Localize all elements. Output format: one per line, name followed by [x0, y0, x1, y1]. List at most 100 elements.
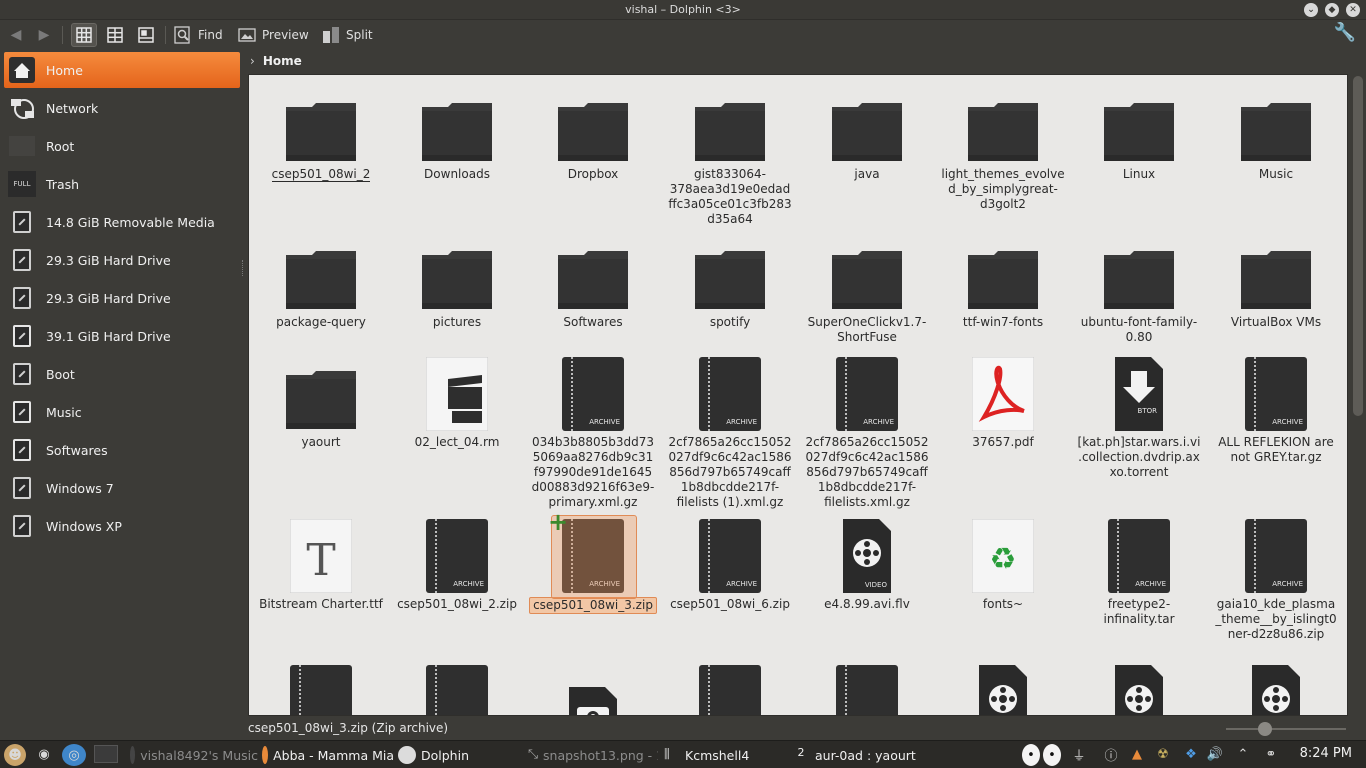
- link-icon[interactable]: ⚭: [1262, 745, 1280, 763]
- archive-label: ARCHIVE: [1272, 418, 1303, 426]
- folder-item[interactable]: light_themes_evolved_by_simplygreat-d3go…: [939, 83, 1067, 212]
- folder-launcher-icon[interactable]: [94, 745, 118, 763]
- file-item[interactable]: ARCHIVE 034b3b8805b3dd735069aa8276db9c31f…: [529, 351, 657, 510]
- sidebar-item-windows-7[interactable]: Windows 7: [4, 470, 240, 506]
- folder-item[interactable]: Downloads: [393, 83, 521, 182]
- file-name-label: e4.8.99.avi.flv: [803, 597, 931, 612]
- minimize-button[interactable]: ⌄: [1304, 3, 1318, 17]
- volume-icon[interactable]: 🔊: [1206, 745, 1224, 763]
- file-item[interactable]: 37657.pdf: [939, 351, 1067, 450]
- sidebar-item-network[interactable]: Network: [4, 90, 240, 126]
- find-button[interactable]: Find: [174, 23, 223, 47]
- folder-item[interactable]: Linux: [1075, 83, 1203, 182]
- file-item[interactable]: ARCHIVE: [803, 659, 931, 715]
- sidebar-item-boot[interactable]: Boot: [4, 356, 240, 392]
- close-button[interactable]: ✕: [1346, 3, 1360, 17]
- sidebar-resize-handle[interactable]: [242, 260, 245, 276]
- zoom-slider[interactable]: [1226, 728, 1346, 730]
- file-item[interactable]: VIDEO: [1212, 659, 1340, 715]
- file-item[interactable]: 02_lect_04.rm: [393, 351, 521, 450]
- split-button[interactable]: Split: [322, 23, 373, 47]
- zoom-slider-knob[interactable]: [1258, 722, 1272, 736]
- file-item[interactable]: VIDEO: [939, 659, 1067, 715]
- show-hidden-icons-chevron-icon[interactable]: ⌃: [1234, 745, 1252, 763]
- info-icon[interactable]: ⓘ: [1102, 745, 1120, 764]
- task-kcmshell[interactable]: ⫼ Kcmshell4: [664, 743, 782, 767]
- file-item[interactable]: ♻ fonts~: [939, 513, 1067, 612]
- file-name-label: Softwares: [529, 315, 657, 330]
- file-name: csep501_08wi_2.zip: [397, 597, 517, 611]
- dropbox-icon[interactable]: ❖: [1182, 745, 1200, 763]
- sidebar-item-root[interactable]: Root: [4, 128, 240, 164]
- configure-wrench-icon[interactable]: 🔧: [1334, 22, 1356, 43]
- preview-button[interactable]: Preview: [238, 23, 309, 47]
- eye-launcher-icon[interactable]: ◉: [32, 745, 56, 763]
- folder-item[interactable]: ttf-win7-fonts: [939, 231, 1067, 330]
- network-manager-icon[interactable]: ☢: [1154, 745, 1172, 763]
- task-music[interactable]: vishal8492's Music: [130, 743, 258, 767]
- details-view-button[interactable]: [133, 23, 159, 47]
- sidebar-item-home[interactable]: Home: [4, 52, 240, 88]
- forward-button[interactable]: ▶: [32, 23, 56, 47]
- maximize-button[interactable]: ◆: [1325, 3, 1339, 17]
- hard-drive-mounted-icon: [8, 322, 36, 350]
- folder-item[interactable]: ubuntu-font-family-0.80: [1075, 231, 1203, 345]
- sidebar-item-29-3-gib-hard-drive[interactable]: 29.3 GiB Hard Drive: [4, 280, 240, 316]
- breadcrumb-home[interactable]: Home: [263, 54, 302, 68]
- file-item[interactable]: VIDEO e4.8.99.avi.flv: [803, 513, 931, 612]
- clock[interactable]: 8:24 PM: [1300, 746, 1352, 761]
- file-item[interactable]: ARCHIVE csep501_08wi_2.zip: [393, 513, 521, 612]
- file-item[interactable]: ARCHIVE: [393, 659, 521, 715]
- sidebar-item-music[interactable]: Music: [4, 394, 240, 430]
- vertical-scrollbar[interactable]: [1350, 74, 1366, 716]
- folder-item[interactable]: yaourt: [257, 351, 385, 450]
- folder-item[interactable]: package-query: [257, 231, 385, 330]
- title-bar: vishal – Dolphin <3> ⌄ ◆ ✕: [0, 0, 1366, 20]
- file-item[interactable]: ARCHIVE gaia10_kde_plasma_theme__by_islin…: [1212, 513, 1340, 642]
- sidebar-item-29-3-gib-hard-drive[interactable]: 29.3 GiB Hard Drive: [4, 242, 240, 278]
- back-button[interactable]: ◀: [4, 23, 28, 47]
- sidebar-item-windows-xp[interactable]: Windows XP: [4, 508, 240, 544]
- folder-item[interactable]: gist833064-378aea3d19e0edadffc3a05ce01c3…: [666, 83, 794, 227]
- file-item[interactable]: ARCHIVE csep501_08wi_6.zip: [666, 513, 794, 612]
- usb-icon[interactable]: ⏚: [1070, 745, 1088, 764]
- folder-item[interactable]: SuperOneClickv1.7-ShortFuse: [803, 231, 931, 345]
- file-item[interactable]: BTOR [kat.ph]star.wars.i.vi.collection.dv…: [1075, 351, 1203, 480]
- file-item[interactable]: VIDEO: [1075, 659, 1203, 715]
- folder-item[interactable]: java: [803, 83, 931, 182]
- chevron-right-icon[interactable]: ›: [250, 54, 255, 68]
- file-item[interactable]: ARCHIVE 2cf7865a26cc15052027df9c6c42ac158…: [803, 351, 931, 510]
- file-item[interactable]: ARCHIVE freetype2-infinality.tar: [1075, 513, 1203, 627]
- file-item[interactable]: ARCHIVE 2cf7865a26cc15052027df9c6c42ac158…: [666, 351, 794, 510]
- app-launcher-icon[interactable]: ☻: [4, 744, 26, 766]
- scrollbar-thumb[interactable]: [1353, 76, 1363, 416]
- folder-item[interactable]: csep501_08wi_2: [257, 83, 385, 182]
- folder-item[interactable]: VirtualBox VMs: [1212, 231, 1340, 330]
- sidebar-item-trash[interactable]: FULL Trash: [4, 166, 240, 202]
- vlc-tray-icon[interactable]: ▲: [1128, 745, 1146, 763]
- folder-item[interactable]: Softwares: [529, 231, 657, 330]
- file-item[interactable]: T Bitstream Charter.ttf: [257, 513, 385, 612]
- task-snapshot[interactable]: ⤡ snapshot13.png - 1: [528, 743, 658, 767]
- sidebar-item-softwares[interactable]: Softwares: [4, 432, 240, 468]
- file-name-label: 034b3b8805b3dd735069aa8276db9c31f97990de…: [529, 435, 657, 510]
- task-abba[interactable]: Abba - Mamma Mia: [262, 743, 394, 767]
- folder-item[interactable]: Dropbox: [529, 83, 657, 182]
- folder-item[interactable]: spotify: [666, 231, 794, 330]
- select-toggle-plus-icon[interactable]: +: [548, 508, 568, 536]
- icons-view-button[interactable]: [71, 23, 97, 47]
- file-item[interactable]: ARCHIVE ALL REFLEKION are not GREY.tar.gz: [1212, 351, 1340, 465]
- folder-item[interactable]: Music: [1212, 83, 1340, 182]
- sidebar-item-39-1-gib-hard-drive[interactable]: 39.1 GiB Hard Drive: [4, 318, 240, 354]
- file-item[interactable]: ARCHIVE: [666, 659, 794, 715]
- file-item[interactable]: ARCHIVE: [257, 659, 385, 715]
- task-dolphin[interactable]: Dolphin: [398, 743, 518, 767]
- chromium-icon[interactable]: ◎: [62, 744, 86, 766]
- file-view[interactable]: csep501_08wi_2 Downloads Dropbox gist833064…: [248, 74, 1348, 716]
- task-yaourt[interactable]: 2 aur-0ad : yaourt: [792, 743, 922, 767]
- file-item[interactable]: [529, 659, 657, 715]
- sidebar-item-14-8-gib-removable-media[interactable]: 14.8 GiB Removable Media: [4, 204, 240, 240]
- folder-item[interactable]: pictures: [393, 231, 521, 330]
- file-name: Downloads: [424, 167, 490, 181]
- compact-view-button[interactable]: [102, 23, 128, 47]
